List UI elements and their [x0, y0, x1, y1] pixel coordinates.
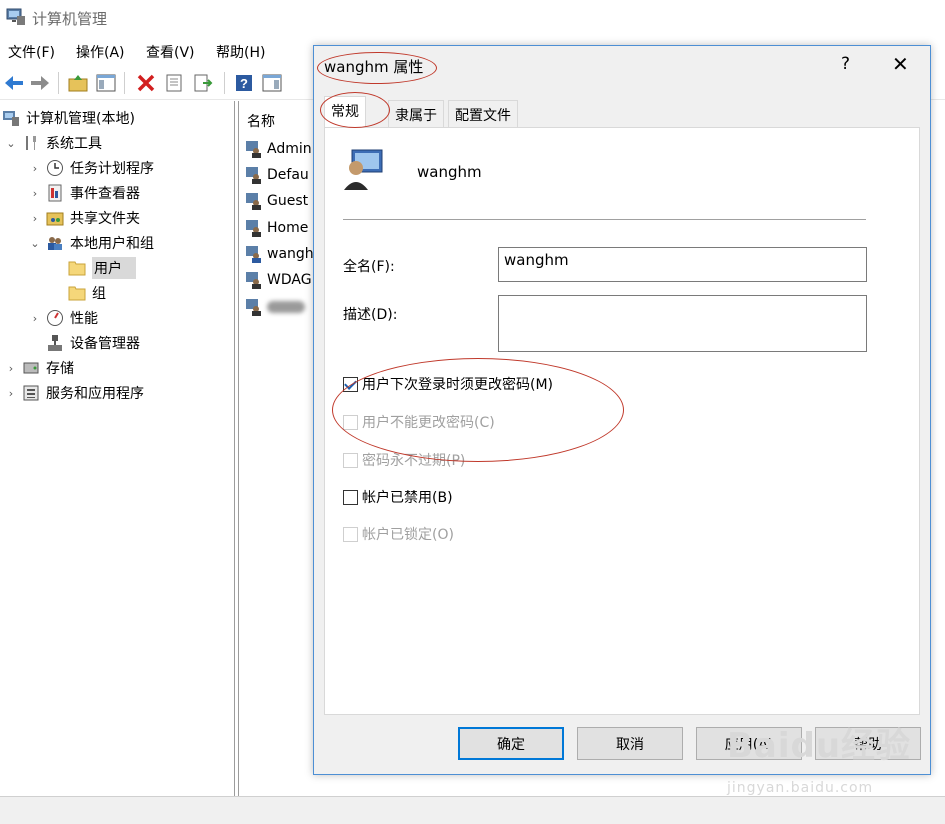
description-label: 描述(D): [343, 307, 398, 323]
chevron-right-icon[interactable]: › [28, 187, 42, 200]
menu-file[interactable]: 文件(F) [8, 42, 55, 62]
menu-view[interactable]: 查看(V) [146, 42, 195, 62]
chevron-down-icon[interactable]: ⌄ [4, 137, 18, 150]
tree-item-storage[interactable]: › 存储 [4, 356, 74, 380]
checkbox-box [343, 526, 358, 542]
device-manager-icon [46, 334, 64, 352]
close-icon[interactable]: ✕ [892, 52, 909, 76]
services-icon [22, 384, 40, 402]
navigation-tree: 计算机管理(本地) ⌄ 系统工具 › 任务计划程序 › 事件查看器 › 共享文件… [0, 101, 235, 796]
list-item[interactable]: Home [245, 217, 319, 239]
tree-item-system-tools[interactable]: ⌄ 系统工具 [4, 131, 102, 155]
user-avatar-icon [344, 149, 383, 190]
user-icon [246, 141, 261, 158]
redacted-username [267, 301, 305, 313]
chevron-right-icon[interactable]: › [28, 312, 42, 325]
help-icon[interactable]: ? [841, 54, 850, 74]
user-name: wanghm [417, 163, 482, 181]
delete-icon[interactable] [134, 71, 158, 95]
description-field[interactable] [498, 295, 867, 352]
cancel-button[interactable]: 取消 [577, 727, 683, 760]
event-log-icon [46, 184, 64, 202]
export-icon[interactable] [192, 71, 216, 95]
user-icon [246, 246, 261, 263]
shared-folder-icon [46, 209, 64, 227]
tab-general[interactable]: 常规 [324, 96, 366, 128]
list-item[interactable]: Admin [245, 138, 319, 160]
account-disabled-checkbox[interactable]: 帐户已禁用(B) [343, 487, 453, 507]
folder-icon [68, 284, 86, 302]
tools-icon [22, 134, 40, 152]
folder-icon [68, 259, 86, 277]
clock-icon [46, 159, 64, 177]
divider [343, 219, 866, 220]
checkbox-box [343, 414, 358, 430]
must-change-password-checkbox[interactable]: 用户下次登录时须更改密码(M) [343, 374, 553, 394]
properties-icon[interactable] [162, 71, 186, 95]
user-icon [246, 193, 261, 210]
ok-button[interactable]: 确定 [458, 727, 564, 760]
dialog-title: wanghm 属性 [324, 58, 424, 76]
fullname-label: 全名(F): [343, 259, 395, 275]
menu-action[interactable]: 操作(A) [76, 42, 125, 62]
storage-icon [22, 359, 40, 377]
tree-item-groups[interactable]: 组 [50, 281, 106, 305]
account-locked-checkbox: 帐户已锁定(O) [343, 524, 454, 544]
user-icon [246, 272, 261, 289]
chevron-right-icon[interactable]: › [4, 387, 18, 400]
up-folder-icon[interactable] [66, 71, 90, 95]
list-item[interactable]: Defau [245, 164, 319, 186]
chevron-right-icon[interactable]: › [4, 362, 18, 375]
cannot-change-password-checkbox: 用户不能更改密码(C) [343, 412, 495, 432]
tree-item-shared-folders[interactable]: › 共享文件夹 [28, 206, 140, 230]
tree-item-task-scheduler[interactable]: › 任务计划程序 [28, 156, 154, 180]
list-item[interactable]: Guest [245, 190, 319, 212]
chevron-down-icon[interactable]: ⌄ [28, 237, 42, 250]
users-group-icon [46, 234, 64, 252]
back-arrow-icon[interactable] [2, 71, 26, 95]
fullname-field[interactable]: wanghm [498, 247, 867, 282]
checkbox-box [343, 452, 358, 468]
show-hide-tree-icon[interactable] [94, 71, 118, 95]
performance-gauge-icon [46, 309, 64, 327]
tab-member-of[interactable]: 隶属于 [388, 100, 444, 127]
tree-item-local-users-groups[interactable]: ⌄ 本地用户和组 [28, 231, 154, 255]
user-icon [246, 299, 261, 316]
window-titlebar: 计算机管理 [0, 0, 945, 36]
tree-item-performance[interactable]: › 性能 [28, 306, 98, 330]
computer-management-icon [6, 8, 25, 25]
chevron-right-icon[interactable]: › [28, 212, 42, 225]
list-item[interactable]: wangh [245, 243, 319, 265]
checkbox-box[interactable] [343, 376, 358, 392]
menu-help[interactable]: 帮助(H) [216, 42, 265, 62]
help-icon[interactable]: ? [232, 71, 256, 95]
tree-item-event-viewer[interactable]: › 事件查看器 [28, 181, 140, 205]
list-item[interactable] [245, 296, 319, 318]
computer-management-icon [2, 109, 20, 127]
tree-item-computer-management[interactable]: 计算机管理(本地) [2, 106, 135, 130]
password-never-expires-checkbox: 密码永不过期(P) [343, 450, 465, 470]
window-title: 计算机管理 [32, 10, 108, 28]
list-item[interactable]: WDAG [245, 269, 319, 291]
column-header-name[interactable]: 名称 [247, 111, 275, 131]
forward-arrow-icon[interactable] [28, 71, 52, 95]
tree-item-services-apps[interactable]: › 服务和应用程序 [4, 381, 144, 405]
user-properties-dialog: wanghm 属性 ? ✕ 常规 隶属于 配置文件 wanghm 全名(F): … [313, 45, 931, 775]
chevron-right-icon[interactable]: › [28, 162, 42, 175]
user-icon [246, 220, 261, 237]
tree-item-users[interactable]: 用户 [50, 256, 136, 280]
tree-item-device-manager[interactable]: 设备管理器 [28, 331, 140, 355]
action-pane-icon[interactable] [260, 71, 284, 95]
user-icon [246, 167, 261, 184]
svg-text:?: ? [240, 76, 248, 91]
tab-profile[interactable]: 配置文件 [448, 100, 518, 127]
user-list: 名称 Admin Defau Guest Home wangh WDAG [238, 101, 318, 796]
checkbox-box[interactable] [343, 489, 358, 505]
baidu-watermark: Baidu经验 jingyan.baidu.com [727, 726, 912, 796]
